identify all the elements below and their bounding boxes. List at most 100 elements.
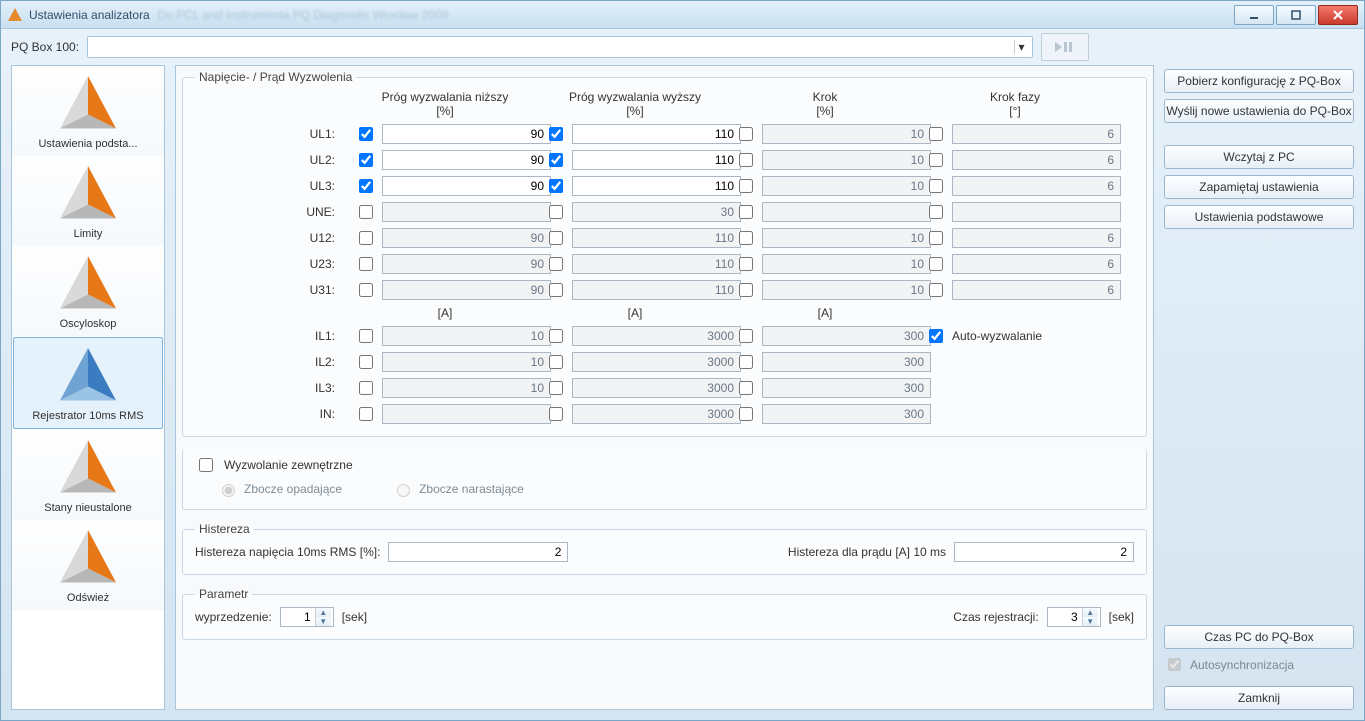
lead-unit: [sek]: [342, 610, 367, 624]
i2-high-checkbox[interactable]: [549, 381, 563, 395]
i0-step-checkbox[interactable]: [739, 329, 753, 343]
row-label-v0: UL1:: [195, 127, 345, 141]
v3-low-checkbox[interactable]: [359, 205, 373, 219]
lead-up-icon[interactable]: ▲: [316, 608, 331, 617]
v4-step-checkbox[interactable]: [739, 231, 753, 245]
sidebar-item-2[interactable]: Oscyloskop: [12, 246, 164, 336]
v3-high-checkbox[interactable]: [549, 205, 563, 219]
i2-step-checkbox[interactable]: [739, 381, 753, 395]
v4-high-checkbox[interactable]: [549, 231, 563, 245]
v2-step-checkbox[interactable]: [739, 179, 753, 193]
v0-high-input[interactable]: [572, 124, 741, 144]
unit-a: [A]: [735, 306, 915, 320]
i2-low-checkbox[interactable]: [359, 381, 373, 395]
v4-low-checkbox[interactable]: [359, 231, 373, 245]
unit-a: [A]: [355, 306, 535, 320]
v6-step-checkbox[interactable]: [739, 283, 753, 297]
v0-low-input[interactable]: [382, 124, 551, 144]
v6-phase-checkbox[interactable]: [929, 283, 943, 297]
v6-low-checkbox[interactable]: [359, 283, 373, 297]
hysteresis-voltage-input[interactable]: [388, 542, 568, 562]
v2-low-input[interactable]: [382, 176, 551, 196]
v3-phase-checkbox[interactable]: [929, 205, 943, 219]
v0-phase-checkbox[interactable]: [929, 127, 943, 141]
v6-high-checkbox[interactable]: [549, 283, 563, 297]
i1-high-cell: [545, 352, 725, 372]
v0-step-cell: [735, 124, 915, 144]
i1-high-checkbox[interactable]: [549, 355, 563, 369]
v0-phase-input: [952, 124, 1121, 144]
rec-spinner[interactable]: ▲▼: [1047, 607, 1101, 627]
close-window-button[interactable]: [1318, 5, 1358, 25]
rec-down-icon[interactable]: ▼: [1083, 617, 1098, 626]
v5-step-checkbox[interactable]: [739, 257, 753, 271]
rec-up-icon[interactable]: ▲: [1083, 608, 1098, 617]
sidebar-item-label: Ustawienia podsta...: [14, 138, 162, 150]
v5-high-checkbox[interactable]: [549, 257, 563, 271]
ext-trigger-checkbox[interactable]: [199, 458, 213, 472]
lead-down-icon[interactable]: ▼: [316, 617, 331, 626]
v5-low-checkbox[interactable]: [359, 257, 373, 271]
play-pause-button[interactable]: [1041, 33, 1089, 61]
load-from-pc-button[interactable]: Wczytaj z PC: [1164, 145, 1354, 169]
remember-settings-button[interactable]: Zapamiętaj ustawienia: [1164, 175, 1354, 199]
v1-low-checkbox[interactable]: [359, 153, 373, 167]
lead-value[interactable]: [281, 608, 315, 626]
v1-low-input[interactable]: [382, 150, 551, 170]
v1-phase-checkbox[interactable]: [929, 153, 943, 167]
v0-step-input: [762, 124, 931, 144]
v2-high-input[interactable]: [572, 176, 741, 196]
v5-phase-checkbox[interactable]: [929, 257, 943, 271]
hysteresis-section: Histereza Histereza napięcia 10ms RMS [%…: [182, 522, 1147, 575]
v4-phase-checkbox[interactable]: [929, 231, 943, 245]
edge-falling-radio[interactable]: Zbocze opadające: [217, 481, 342, 497]
i0-low-checkbox[interactable]: [359, 329, 373, 343]
v0-low-checkbox[interactable]: [359, 127, 373, 141]
sidebar-item-1[interactable]: Limity: [12, 156, 164, 246]
v4-phase-cell: [925, 228, 1105, 248]
download-config-button[interactable]: Pobierz konfigurację z PQ-Box: [1164, 69, 1354, 93]
i3-step-checkbox[interactable]: [739, 407, 753, 421]
i1-step-checkbox[interactable]: [739, 355, 753, 369]
v0-step-checkbox[interactable]: [739, 127, 753, 141]
hysteresis-current-input[interactable]: [954, 542, 1134, 562]
minimize-button[interactable]: [1234, 5, 1274, 25]
v2-high-checkbox[interactable]: [549, 179, 563, 193]
sidebar-item-3[interactable]: Rejestrator 10ms RMS: [13, 337, 163, 429]
lead-spinner[interactable]: ▲▼: [280, 607, 334, 627]
v3-low-input: [382, 202, 551, 222]
maximize-button[interactable]: [1276, 5, 1316, 25]
rec-value[interactable]: [1048, 608, 1082, 626]
auto-trigger-checkbox[interactable]: [929, 329, 943, 343]
v6-high-input: [572, 280, 741, 300]
v1-high-input[interactable]: [572, 150, 741, 170]
i3-low-checkbox[interactable]: [359, 407, 373, 421]
v2-phase-checkbox[interactable]: [929, 179, 943, 193]
sidebar-item-5[interactable]: Odśwież: [12, 520, 164, 610]
close-button[interactable]: Zamknij: [1164, 686, 1354, 710]
autosync-checkbox[interactable]: [1168, 658, 1181, 671]
edge-rising-radio[interactable]: Zbocze narastające: [392, 481, 524, 497]
i3-low-cell: [355, 404, 535, 424]
v1-step-checkbox[interactable]: [739, 153, 753, 167]
topbar: PQ Box 100: ▾: [1, 29, 1364, 65]
sidebar-item-0[interactable]: Ustawienia podsta...: [12, 66, 164, 156]
sidebar-item-4[interactable]: Stany nieustalone: [12, 430, 164, 520]
v6-phase-input: [952, 280, 1121, 300]
v2-low-checkbox[interactable]: [359, 179, 373, 193]
v2-phase-input: [952, 176, 1121, 196]
pc-time-button[interactable]: Czas PC do PQ-Box: [1164, 625, 1354, 649]
v3-step-checkbox[interactable]: [739, 205, 753, 219]
right-panel: Pobierz konfigurację z PQ-Box Wyślij now…: [1164, 65, 1354, 710]
i1-low-checkbox[interactable]: [359, 355, 373, 369]
row-label-v6: U31:: [195, 283, 345, 297]
upload-config-button[interactable]: Wyślij nowe ustawienia do PQ-Box: [1164, 99, 1354, 123]
default-settings-button[interactable]: Ustawienia podstawowe: [1164, 205, 1354, 229]
sidebar-item-label: Stany nieustalone: [14, 502, 162, 514]
pqbox-combo[interactable]: ▾: [87, 36, 1033, 58]
parameter-section: Parametr wyprzedzenie: ▲▼ [sek] Czas rej…: [182, 587, 1147, 640]
i0-high-checkbox[interactable]: [549, 329, 563, 343]
v0-high-checkbox[interactable]: [549, 127, 563, 141]
i3-high-checkbox[interactable]: [549, 407, 563, 421]
v1-high-checkbox[interactable]: [549, 153, 563, 167]
